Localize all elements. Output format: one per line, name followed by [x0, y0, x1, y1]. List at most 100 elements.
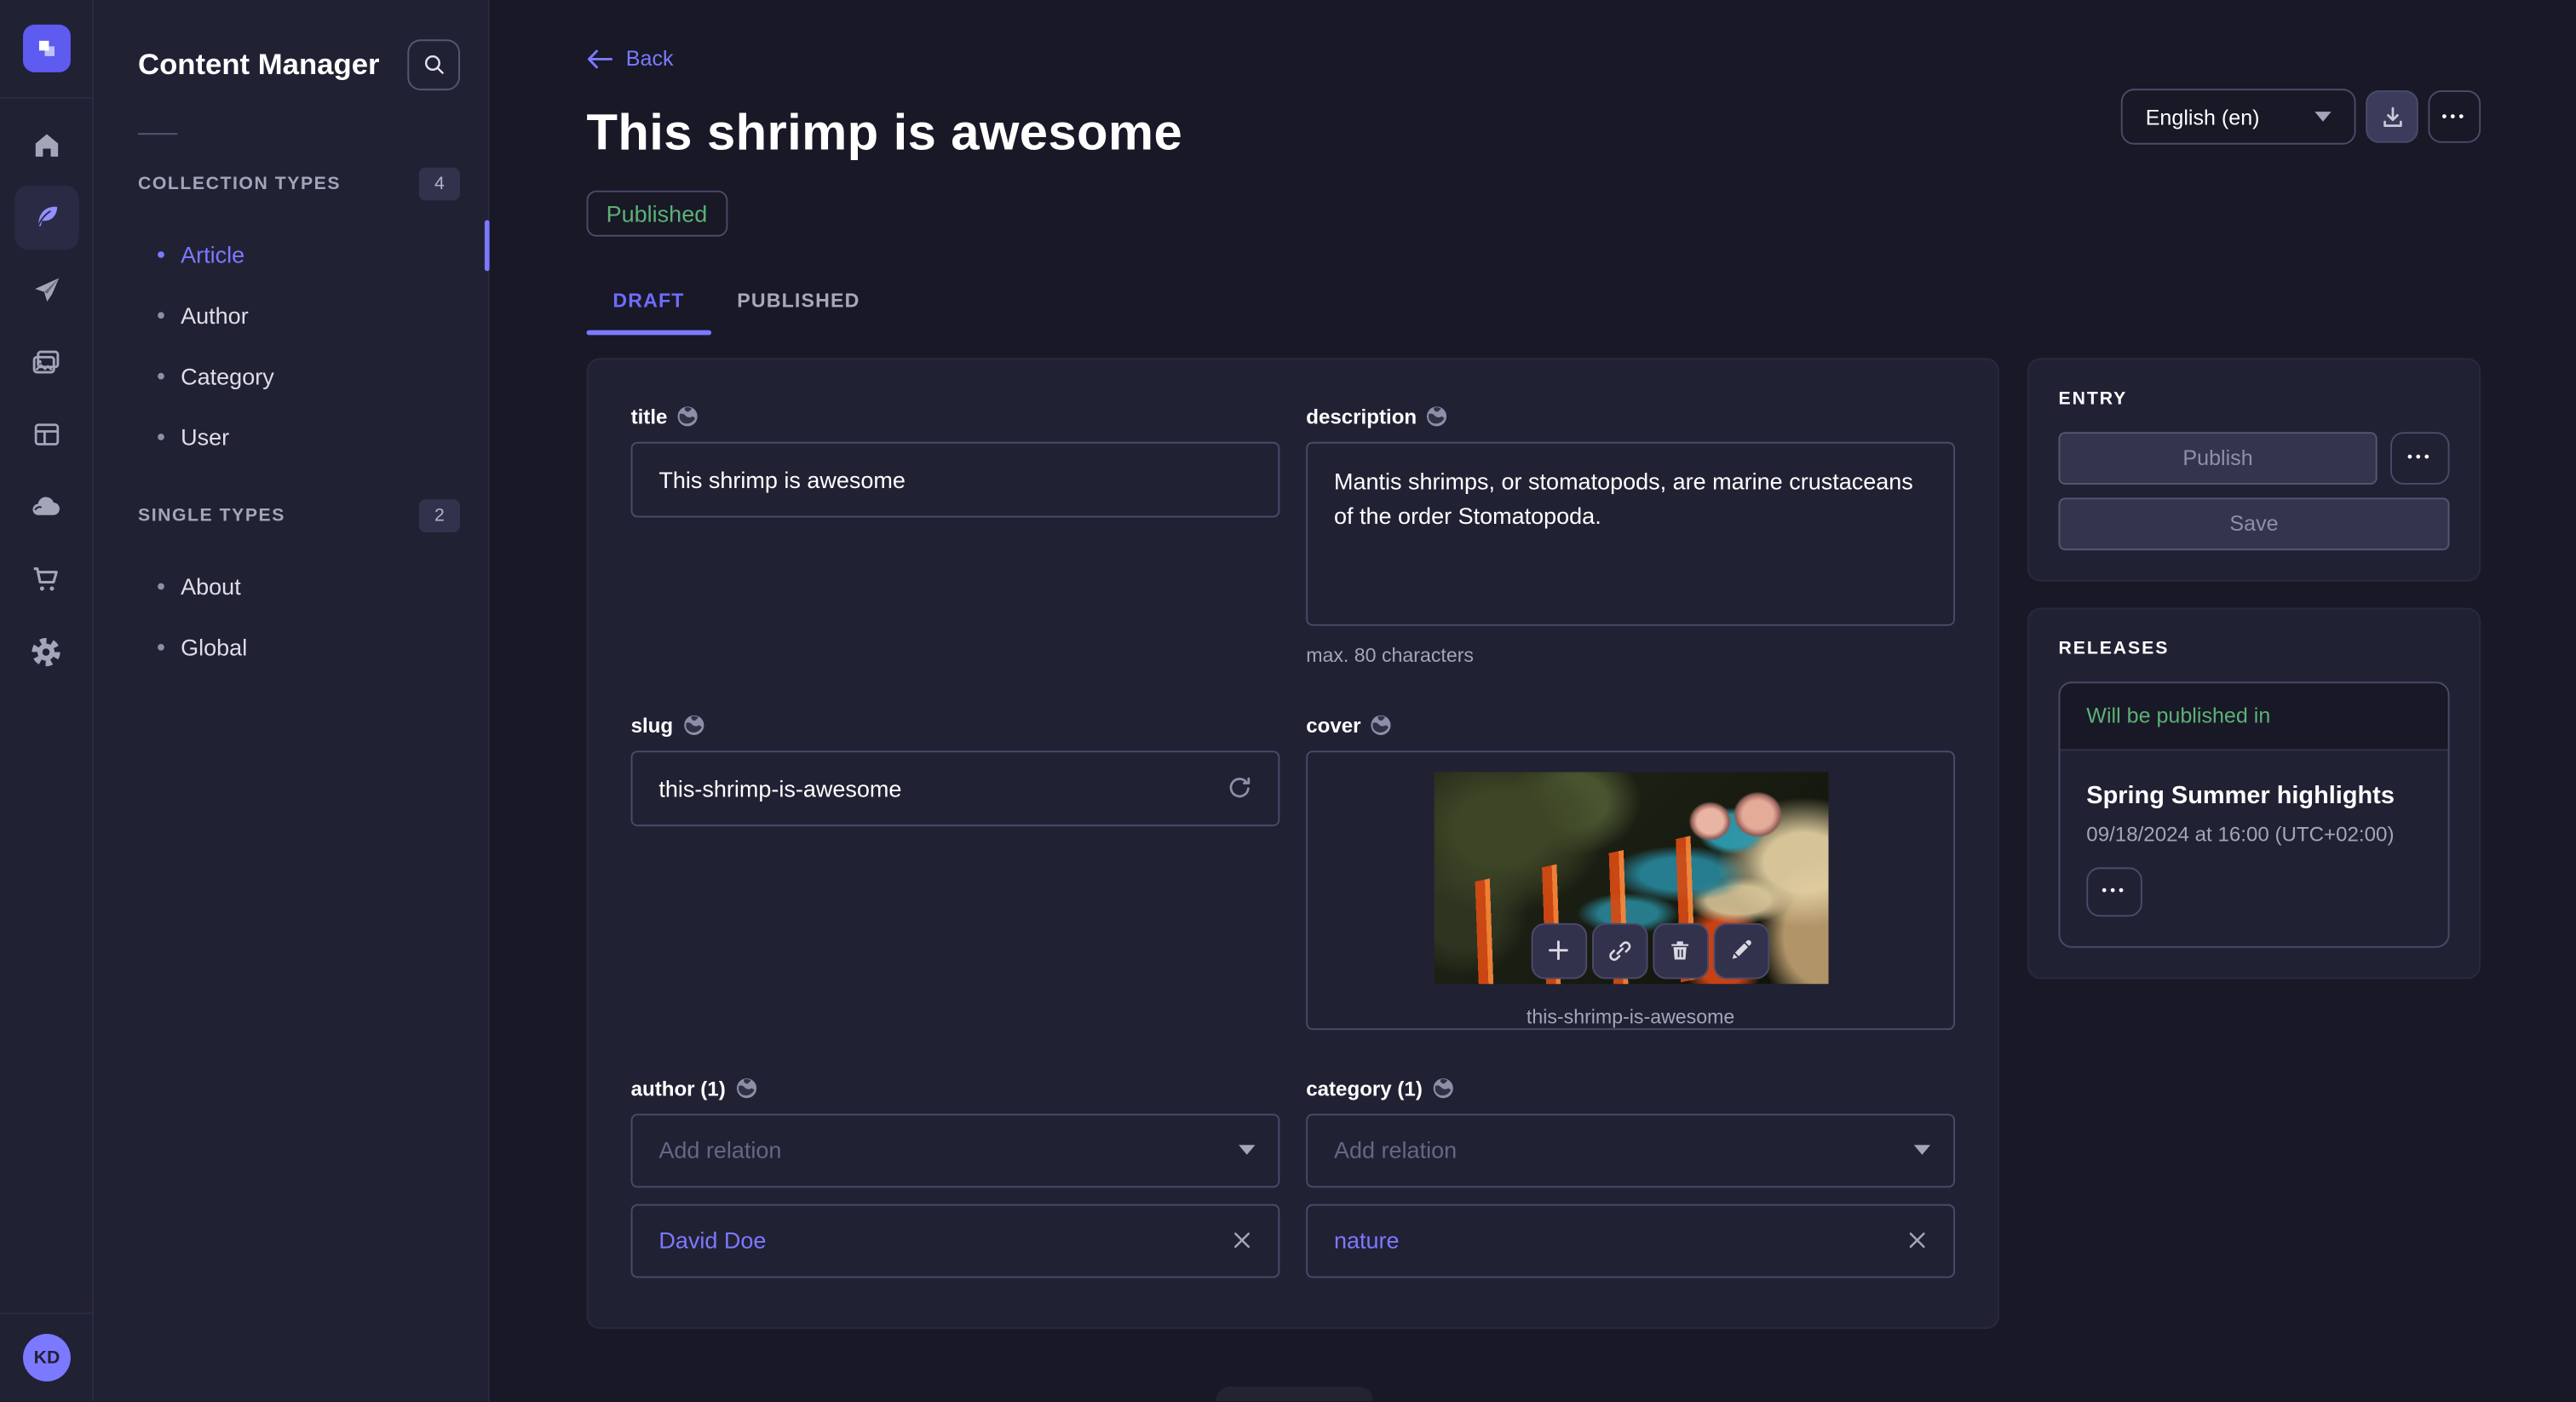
slug-input[interactable] — [631, 750, 1280, 825]
search-button[interactable] — [407, 39, 460, 90]
field-label-category: category (1) — [1306, 1077, 1423, 1100]
edit-view: Back This shrimp is awesome Published DR… — [490, 0, 2576, 1401]
save-button[interactable]: Save — [2058, 497, 2449, 549]
chevron-down-icon — [2314, 112, 2331, 122]
strapi-logo[interactable] — [22, 25, 70, 72]
entry-sidebar: ENTRY Publish ••• Save RELEASES Will be … — [2027, 357, 2481, 978]
content-manager-sidebar: Content Manager COLLECTION TYPES 4 Artic… — [94, 0, 490, 1401]
release-card: Will be published in Spring Summer highl… — [2058, 681, 2449, 946]
category-relation-item: nature — [1306, 1204, 1955, 1278]
paper-plane-icon — [31, 274, 62, 306]
more-actions-button[interactable]: ••• — [2428, 90, 2481, 143]
link-icon — [1606, 937, 1632, 963]
nav-content-manager-button[interactable] — [14, 186, 78, 250]
releases-panel: RELEASES Will be published in Spring Sum… — [2027, 607, 2481, 979]
status-badge: Published — [586, 190, 727, 236]
cover-caption: this-shrimp-is-awesome — [1527, 1004, 1734, 1027]
delete-asset-button[interactable] — [1652, 922, 1708, 979]
strapi-admin: KD Content Manager COLLECTION TYPES 4 — [0, 0, 2576, 1401]
home-icon — [31, 129, 62, 161]
nav-home-button[interactable] — [14, 113, 78, 177]
bullet-icon — [158, 372, 164, 379]
bullet-icon — [158, 250, 164, 257]
search-icon — [422, 53, 446, 78]
sidebar-item-author[interactable]: Author — [94, 284, 488, 345]
author-relation-select[interactable]: Add relation — [631, 1113, 1280, 1187]
sidebar-item-about[interactable]: About — [94, 555, 488, 616]
rail-icon-list — [14, 113, 78, 683]
copy-link-button[interactable] — [1591, 922, 1647, 979]
tab-draft[interactable]: DRAFT — [586, 272, 710, 334]
scroll-peek-element — [1216, 1387, 1373, 1401]
description-textarea[interactable]: Mantis shrimps, or stomatopods, are mari… — [1306, 441, 1955, 625]
pencil-icon — [1728, 938, 1753, 962]
remove-author-button[interactable] — [1226, 1224, 1259, 1257]
cover-image-mantis-shrimp — [1434, 771, 1828, 983]
divider — [0, 97, 93, 99]
export-button[interactable] — [2366, 90, 2418, 143]
release-date: 09/18/2024 at 16:00 (UTC+02:00) — [2086, 822, 2421, 845]
category-relation-select[interactable]: Add relation — [1306, 1113, 1955, 1187]
release-card-body: Spring Summer highlights 09/18/2024 at 1… — [2060, 750, 2447, 945]
tab-published[interactable]: PUBLISHED — [710, 272, 886, 334]
download-icon — [2380, 104, 2405, 129]
globe-icon — [683, 715, 704, 736]
chevron-down-icon — [1239, 1145, 1255, 1155]
media-library-icon — [30, 346, 63, 379]
globe-icon — [1427, 405, 1448, 427]
draft-published-tabs: DRAFT PUBLISHED — [586, 272, 2481, 334]
plus-icon — [1546, 938, 1571, 962]
bullet-icon — [158, 583, 164, 589]
sidebar-item-user[interactable]: User — [94, 405, 488, 466]
remove-category-button[interactable] — [1900, 1224, 1934, 1257]
cover-image-toolbar — [1531, 922, 1769, 979]
category-relation-link[interactable]: nature — [1334, 1227, 1400, 1254]
author-relation-link[interactable]: David Doe — [658, 1227, 766, 1254]
release-name: Spring Summer highlights — [2086, 781, 2421, 809]
nav-settings-button[interactable] — [14, 619, 78, 683]
regenerate-slug-button[interactable] — [1219, 767, 1260, 808]
bullet-icon — [158, 433, 164, 440]
collection-types-section: COLLECTION TYPES 4 Article Author Catego… — [94, 164, 488, 467]
release-card-header: Will be published in — [2060, 682, 2447, 750]
single-types-section: SINGLE TYPES 2 About Global — [94, 496, 488, 676]
nav-media-library-button[interactable] — [14, 330, 78, 394]
locale-select[interactable]: English (en) — [2121, 89, 2356, 145]
field-label-description: description — [1306, 405, 1417, 428]
sidebar-item-article[interactable]: Article — [94, 223, 488, 284]
bullet-icon — [158, 311, 164, 318]
strapi-logo-icon — [32, 34, 60, 62]
more-icon: ••• — [2407, 450, 2433, 464]
release-more-button[interactable]: ••• — [2086, 866, 2142, 916]
cart-icon — [30, 563, 63, 596]
field-label-slug: slug — [631, 714, 674, 737]
entry-panel: ENTRY Publish ••• Save — [2027, 357, 2481, 580]
sidebar-item-category[interactable]: Category — [94, 345, 488, 405]
entry-form-card: title description — [586, 357, 1999, 1328]
entry-panel-heading: ENTRY — [2058, 388, 2449, 408]
globe-icon — [1371, 715, 1392, 736]
close-icon — [1232, 1230, 1251, 1250]
nav-cloud-button[interactable] — [14, 474, 78, 538]
title-input[interactable] — [631, 441, 1280, 517]
publish-button[interactable]: Publish — [2058, 431, 2377, 484]
back-link[interactable]: Back — [586, 46, 673, 71]
refresh-icon — [1226, 773, 1254, 802]
trash-icon — [1668, 938, 1693, 962]
globe-icon — [677, 405, 699, 427]
layout-icon — [31, 419, 62, 451]
main-nav-rail: KD — [0, 0, 94, 1401]
add-asset-button[interactable] — [1531, 922, 1587, 979]
edit-asset-button[interactable] — [1713, 922, 1769, 979]
user-avatar[interactable]: KD — [23, 1334, 71, 1382]
globe-icon — [1432, 1077, 1453, 1099]
sidebar-item-global[interactable]: Global — [94, 616, 488, 676]
nav-content-type-builder-button[interactable] — [14, 402, 78, 466]
nav-releases-button[interactable] — [14, 258, 78, 322]
divider — [0, 1313, 94, 1314]
bullet-icon — [158, 643, 164, 650]
cover-field: this-shrimp-is-awesome — [1306, 750, 1955, 1029]
more-icon: ••• — [2102, 884, 2127, 899]
nav-marketplace-button[interactable] — [14, 547, 78, 611]
entry-more-button[interactable]: ••• — [2390, 431, 2449, 484]
